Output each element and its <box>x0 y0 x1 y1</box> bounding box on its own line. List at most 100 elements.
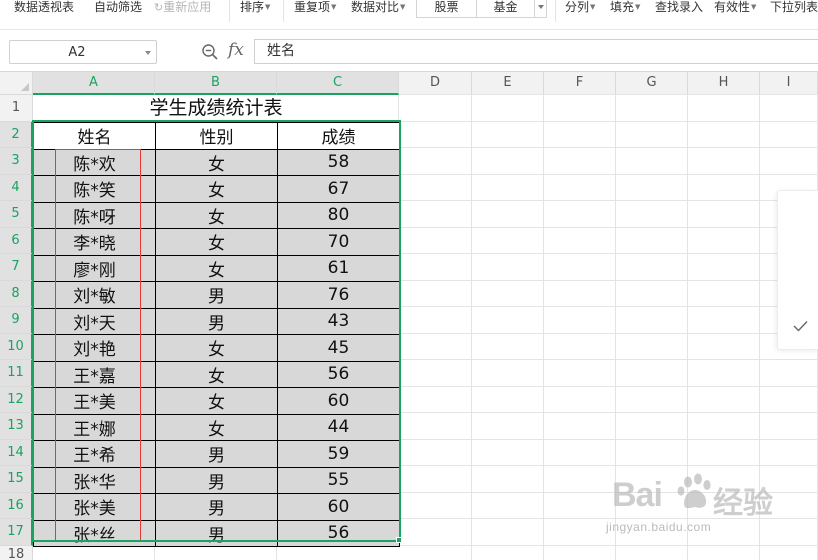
score-cell[interactable]: 59 <box>277 440 400 468</box>
name-cell[interactable]: 张*美 <box>33 493 156 521</box>
split-button[interactable]: 分列▼ <box>565 0 595 16</box>
name-cell[interactable]: 刘*天 <box>33 307 156 335</box>
dropdown-list-button[interactable]: 下拉列表 <box>770 0 818 16</box>
column-header-h[interactable]: H <box>688 72 760 95</box>
name-cell[interactable]: 王*美 <box>33 387 156 415</box>
auto-filter-button[interactable]: 自动筛选 <box>94 0 142 16</box>
row-header-9[interactable]: 9 <box>0 307 33 334</box>
column-header-g[interactable]: G <box>616 72 688 95</box>
name-box-dropdown-icon[interactable] <box>145 51 151 55</box>
row-header-2[interactable]: 2 <box>0 122 33 148</box>
row-header-11[interactable]: 11 <box>0 360 33 387</box>
name-cell[interactable]: 张*华 <box>33 466 156 494</box>
row-header-10[interactable]: 10 <box>0 334 33 360</box>
score-cell[interactable]: 60 <box>277 387 400 415</box>
score-cell[interactable]: 60 <box>277 493 400 521</box>
duplicates-button[interactable]: 重复项▼ <box>294 0 336 16</box>
column-header-f[interactable]: F <box>544 72 616 95</box>
row-header-1[interactable]: 1 <box>0 95 33 122</box>
header-cell[interactable]: 姓名 <box>33 122 156 150</box>
formula-input[interactable]: 姓名 <box>254 39 818 64</box>
fill-button[interactable]: 填充▼ <box>610 0 640 16</box>
column-header-c[interactable]: C <box>277 72 399 95</box>
row-header-6[interactable]: 6 <box>0 228 33 254</box>
gender-cell[interactable]: 女 <box>155 201 278 229</box>
score-cell[interactable]: 67 <box>277 175 400 203</box>
row-header-3[interactable]: 3 <box>0 148 33 175</box>
fx-icon[interactable]: fx <box>228 40 244 60</box>
column-header-b[interactable]: B <box>155 72 277 95</box>
header-cell[interactable]: 性别 <box>155 122 278 150</box>
row-header-14[interactable]: 14 <box>0 440 33 466</box>
name-cell[interactable]: 廖*刚 <box>33 254 156 282</box>
find-entry-button[interactable]: 查找录入 <box>655 0 703 16</box>
row-header-13[interactable]: 13 <box>0 413 33 440</box>
side-panel[interactable] <box>777 190 818 350</box>
row-header-4[interactable]: 4 <box>0 175 33 201</box>
header-cell[interactable]: 成绩 <box>277 122 400 150</box>
name-cell[interactable]: 陈*欢 <box>33 148 156 176</box>
gender-cell[interactable]: 女 <box>155 387 278 415</box>
stock-button[interactable]: 股票 <box>416 0 476 18</box>
column-header-i[interactable]: I <box>760 72 818 95</box>
row-header-5[interactable]: 5 <box>0 201 33 228</box>
validity-button[interactable]: 有效性▼ <box>714 0 756 16</box>
name-cell[interactable]: 李*晓 <box>33 228 156 256</box>
fund-dropdown-icon[interactable] <box>534 0 547 18</box>
name-cell[interactable]: 刘*敏 <box>33 281 156 309</box>
fill-handle[interactable] <box>396 537 402 543</box>
name-cell[interactable]: 王*娜 <box>33 413 156 441</box>
row-header-8[interactable]: 8 <box>0 281 33 307</box>
column-header-d[interactable]: D <box>399 72 472 95</box>
score-cell[interactable]: 44 <box>277 413 400 441</box>
sort-button[interactable]: 排序▼ <box>240 0 270 16</box>
column-header-a[interactable]: A <box>33 72 155 95</box>
score-cell[interactable]: 43 <box>277 307 400 335</box>
column-header-e[interactable]: E <box>472 72 544 95</box>
score-cell[interactable]: 55 <box>277 466 400 494</box>
score-cell[interactable]: 56 <box>277 519 400 547</box>
row-header-17[interactable]: 17 <box>0 519 33 546</box>
check-icon[interactable] <box>793 320 808 332</box>
name-cell[interactable]: 刘*艳 <box>33 334 156 362</box>
row-header-15[interactable]: 15 <box>0 466 33 493</box>
gender-cell[interactable]: 男 <box>155 307 278 335</box>
name-cell[interactable]: 陈*笑 <box>33 175 156 203</box>
score-cell[interactable]: 70 <box>277 228 400 256</box>
score-cell[interactable]: 45 <box>277 334 400 362</box>
gender-cell[interactable]: 女 <box>155 334 278 362</box>
name-cell[interactable]: 陈*呀 <box>33 201 156 229</box>
name-cell[interactable]: 王*希 <box>33 440 156 468</box>
gender-cell[interactable]: 男 <box>155 466 278 494</box>
gender-cell[interactable]: 女 <box>155 228 278 256</box>
score-cell[interactable]: 80 <box>277 201 400 229</box>
row-header-18[interactable]: 18 <box>0 546 33 560</box>
reapply-icon: ↻ <box>154 1 164 14</box>
score-cell[interactable]: 76 <box>277 281 400 309</box>
gender-cell[interactable]: 男 <box>155 281 278 309</box>
row-header-12[interactable]: 12 <box>0 387 33 413</box>
score-cell[interactable]: 58 <box>277 148 400 176</box>
score-cell[interactable]: 61 <box>277 254 400 282</box>
gender-cell[interactable]: 女 <box>155 175 278 203</box>
name-cell[interactable]: 王*嘉 <box>33 360 156 388</box>
name-box[interactable]: A2 <box>9 40 157 64</box>
gender-cell[interactable]: 男 <box>155 519 278 547</box>
sheet-title-cell[interactable]: 学生成绩统计表 <box>33 95 399 122</box>
gender-cell[interactable]: 女 <box>155 360 278 388</box>
data-compare-button[interactable]: 数据对比▼ <box>351 0 405 16</box>
zoom-out-icon[interactable] <box>201 43 219 61</box>
gender-cell[interactable]: 女 <box>155 254 278 282</box>
gender-cell[interactable]: 女 <box>155 413 278 441</box>
pivot-table-button[interactable]: 数据透视表 <box>14 0 74 16</box>
score-cell[interactable]: 56 <box>277 360 400 388</box>
gender-cell[interactable]: 女 <box>155 148 278 176</box>
row-header-7[interactable]: 7 <box>0 254 33 281</box>
select-all-corner[interactable] <box>0 72 33 95</box>
name-cell[interactable]: 张*丝 <box>33 519 156 547</box>
gender-cell[interactable]: 男 <box>155 493 278 521</box>
gender-cell[interactable]: 男 <box>155 440 278 468</box>
fund-button[interactable]: 基金 <box>476 0 534 18</box>
reapply-button[interactable]: ↻重新应用 <box>154 0 211 16</box>
row-header-16[interactable]: 16 <box>0 493 33 519</box>
